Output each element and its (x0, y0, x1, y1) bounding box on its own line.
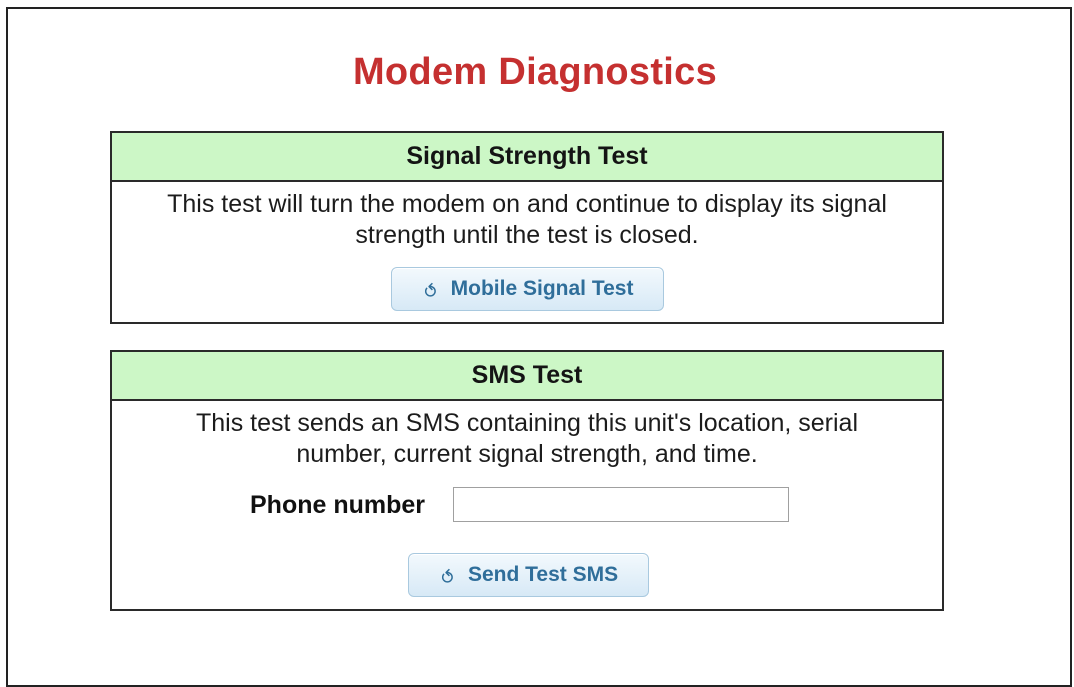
signal-strength-description: This test will turn the modem on and con… (167, 190, 887, 249)
page-frame: Modem Diagnostics Signal Strength Test T… (6, 7, 1072, 687)
signal-strength-panel: Signal Strength Test This test will turn… (110, 131, 944, 324)
phone-number-label: Phone number (250, 491, 426, 519)
sms-test-header: SMS Test (112, 352, 942, 401)
sms-test-panel: SMS Test This test sends an SMS containi… (110, 350, 944, 611)
send-test-sms-label: Send Test SMS (467, 563, 619, 586)
sms-test-description: This test sends an SMS containing this u… (195, 409, 859, 468)
signal-strength-header: Signal Strength Test (112, 133, 942, 182)
send-test-sms-button[interactable]: ⟲ Send Test SMS (408, 553, 649, 597)
mobile-signal-test-button[interactable]: ⟲ Mobile Signal Test (391, 267, 664, 311)
mobile-signal-test-label: Mobile Signal Test (450, 277, 634, 300)
refresh-icon: ⟲ (419, 281, 440, 297)
refresh-icon: ⟲ (436, 567, 457, 583)
phone-number-row: Phone number (112, 487, 942, 525)
page-title: Modem Diagnostics (352, 51, 718, 93)
phone-number-input[interactable] (453, 487, 789, 522)
